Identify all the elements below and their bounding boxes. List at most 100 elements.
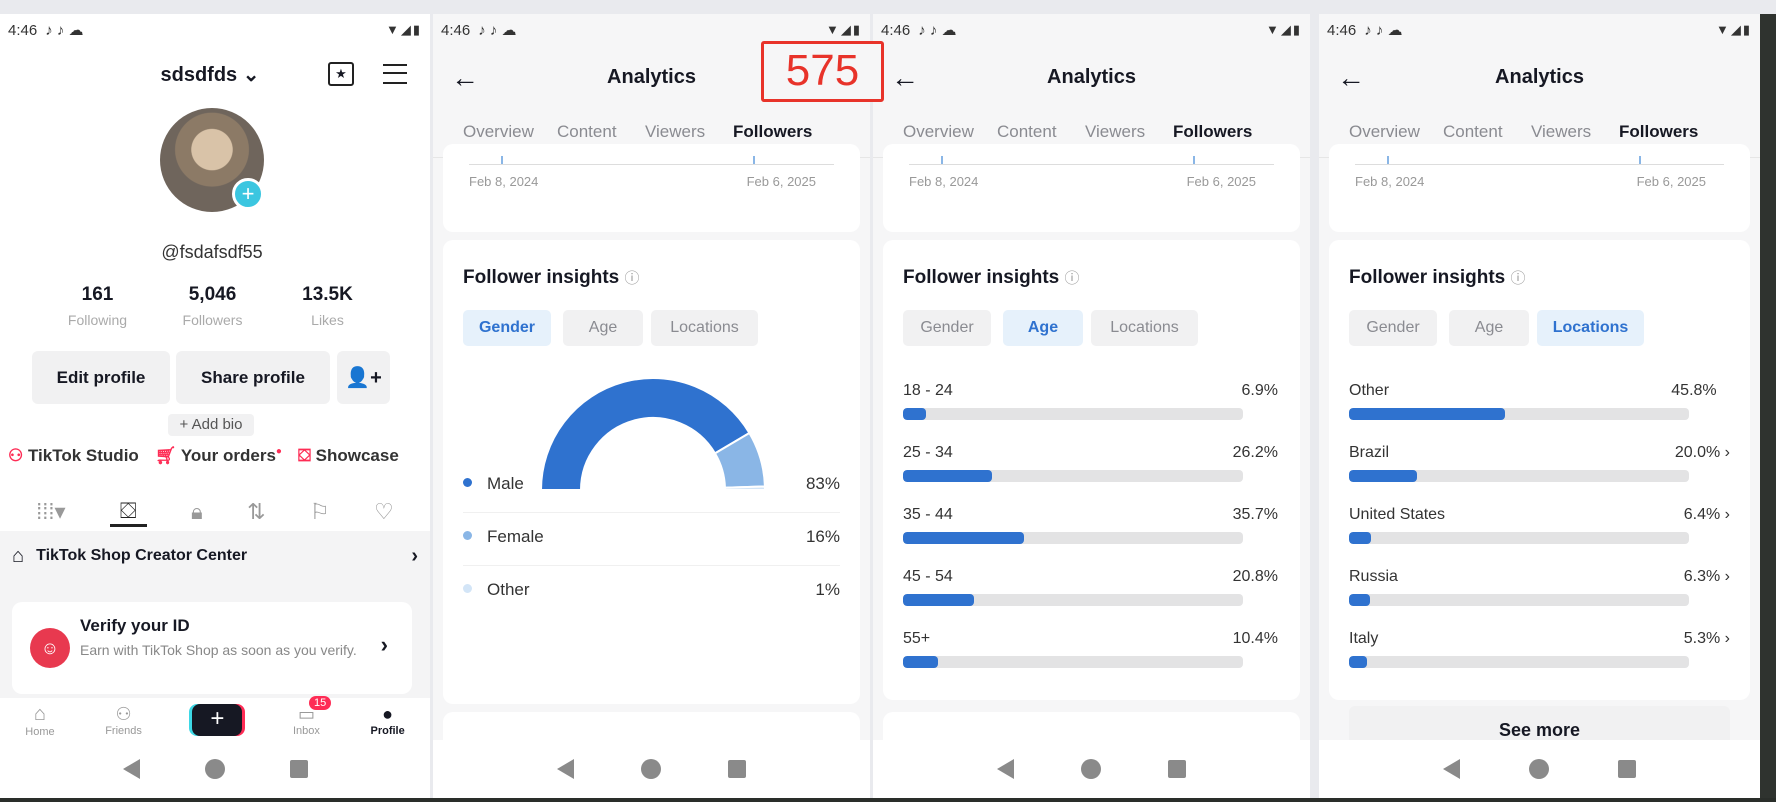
page-title: Analytics bbox=[1047, 66, 1136, 88]
bar-track bbox=[903, 656, 1243, 668]
recents-nav-icon[interactable] bbox=[1617, 760, 1636, 778]
nav-inbox[interactable]: ▭ Inbox 15 bbox=[293, 695, 332, 737]
info-icon[interactable]: ⓘ bbox=[1065, 270, 1080, 287]
bookmark-icon[interactable]: ⚐ bbox=[310, 499, 330, 525]
android-nav bbox=[433, 740, 870, 798]
home-nav-icon[interactable] bbox=[1080, 759, 1101, 779]
menu-icon[interactable] bbox=[383, 64, 407, 84]
chevron-right-icon: › bbox=[1724, 630, 1730, 647]
pill-age[interactable]: Age bbox=[1449, 310, 1529, 346]
pill-gender[interactable]: Gender bbox=[903, 310, 991, 346]
bar-track bbox=[1349, 594, 1689, 606]
stat-likes[interactable]: 13.5K Likes bbox=[270, 284, 385, 328]
bar-track bbox=[903, 408, 1243, 420]
tab-followers[interactable]: Followers bbox=[1173, 122, 1252, 142]
bar-fill bbox=[903, 594, 974, 606]
share-profile-button[interactable]: Share profile bbox=[176, 351, 330, 404]
bar-row: Other 45.8% bbox=[1349, 382, 1730, 422]
back-nav-icon[interactable] bbox=[556, 759, 574, 779]
create-button[interactable]: + bbox=[192, 704, 243, 736]
analytics-screen-gender: 4:46 ♪ ♪ ☁ ▼◢▮ ← Analytics Overview Content… bbox=[433, 14, 870, 798]
android-nav bbox=[0, 740, 430, 798]
tab-overview[interactable]: Overview bbox=[463, 122, 534, 142]
add-friend-button[interactable]: 👤+ bbox=[337, 351, 390, 404]
nav-profile[interactable]: ● Profile bbox=[370, 704, 404, 737]
bar-fill bbox=[1349, 408, 1505, 420]
follower-insights-card: Follower insights ⓘ Gender Age Locations Ma… bbox=[443, 240, 860, 704]
nav-friends[interactable]: ⚇ Friends bbox=[105, 704, 142, 737]
recents-nav-icon[interactable] bbox=[289, 760, 308, 778]
bar-fill bbox=[1349, 532, 1371, 544]
shop-bag-icon: ⛋ bbox=[297, 446, 311, 465]
pill-locations[interactable]: Locations bbox=[1537, 310, 1644, 346]
bar-fill bbox=[903, 532, 1025, 544]
bar-row[interactable]: Russia 6.3% › bbox=[1349, 568, 1730, 608]
tiktok-notification-icon: ♪ ♪ ☁ bbox=[1364, 22, 1403, 39]
bar-track bbox=[1349, 656, 1689, 668]
tab-followers[interactable]: Followers bbox=[733, 122, 812, 142]
info-icon[interactable]: ⓘ bbox=[625, 270, 640, 287]
grid-filter-icon[interactable]: ⁞⁞⁞▾ bbox=[36, 499, 65, 525]
tab-viewers[interactable]: Viewers bbox=[1085, 122, 1145, 142]
info-icon[interactable]: ⓘ bbox=[1511, 270, 1526, 287]
annotation-box: 575 bbox=[761, 41, 884, 102]
username-switcher[interactable]: sdsdfds ⌄ bbox=[150, 62, 270, 87]
recents-nav-icon[interactable] bbox=[728, 760, 747, 778]
legend-dot bbox=[463, 531, 472, 540]
repost-icon[interactable]: ⇅ bbox=[247, 499, 265, 525]
recents-nav-icon[interactable] bbox=[1168, 760, 1187, 778]
back-nav-icon[interactable] bbox=[122, 759, 140, 779]
nav-home[interactable]: ⌂ Home bbox=[25, 703, 54, 738]
insights-title: Follower insights ⓘ bbox=[903, 267, 1080, 288]
status-bar: 4:46 ♪ ♪ ☁ ▼◢▮ bbox=[8, 21, 422, 40]
bar-row[interactable]: Brazil 20.0% › bbox=[1349, 444, 1730, 484]
bar-row[interactable]: United States 6.4% › bbox=[1349, 506, 1730, 546]
link-tiktok-studio[interactable]: ⚇ TikTok Studio bbox=[8, 446, 139, 466]
add-avatar-plus-icon[interactable]: + bbox=[232, 178, 264, 210]
back-nav-icon[interactable] bbox=[1443, 759, 1461, 779]
tab-followers[interactable]: Followers bbox=[1619, 122, 1698, 142]
stat-followers[interactable]: 5,046 Followers bbox=[155, 284, 270, 328]
shop-bag-tab-icon[interactable]: ⛋ bbox=[109, 498, 147, 527]
verify-id-card[interactable]: ☺ Verify your ID Earn with TikTok Shop a… bbox=[12, 602, 412, 694]
bar-fill bbox=[1349, 470, 1417, 482]
home-nav-icon[interactable] bbox=[1528, 759, 1549, 779]
analytics-screen-age: 4:46 ♪ ♪ ☁ ▼◢▮ ← Analytics Overview Content… bbox=[873, 14, 1310, 798]
bar-row[interactable]: Italy 5.3% › bbox=[1349, 630, 1730, 670]
link-your-orders[interactable]: 🛒︎ Your orders● bbox=[155, 446, 282, 466]
pill-locations[interactable]: Locations bbox=[1091, 310, 1198, 346]
bar-row: 18 - 24 6.9% bbox=[903, 382, 1280, 422]
tab-overview[interactable]: Overview bbox=[1349, 122, 1420, 142]
profile-stats: 161 Following 5,046 Followers 13.5K Likes bbox=[40, 284, 385, 328]
back-nav-icon[interactable] bbox=[996, 759, 1014, 779]
calendar-star-icon[interactable]: ★ bbox=[328, 62, 354, 86]
tiktok-notification-icon: ♪ ♪ ☁ bbox=[918, 22, 957, 39]
date-end: Feb 6, 2025 bbox=[746, 174, 816, 189]
pill-age[interactable]: Age bbox=[1003, 310, 1083, 346]
tab-viewers[interactable]: Viewers bbox=[645, 122, 705, 142]
date-start: Feb 8, 2024 bbox=[909, 174, 979, 189]
lock-icon[interactable]: 🔒︎ bbox=[191, 499, 203, 525]
heart-hidden-icon[interactable]: ♡ bbox=[374, 499, 394, 525]
add-bio-button[interactable]: + Add bio bbox=[168, 414, 254, 436]
bar-row: 45 - 54 20.8% bbox=[903, 568, 1280, 608]
pill-gender[interactable]: Gender bbox=[1349, 310, 1437, 346]
shop-creator-center-row[interactable]: ⌂ TikTok Shop Creator Center › bbox=[0, 531, 430, 581]
pill-age[interactable]: Age bbox=[563, 310, 643, 346]
tab-content[interactable]: Content bbox=[557, 122, 617, 142]
android-nav bbox=[873, 740, 1310, 798]
tab-content[interactable]: Content bbox=[997, 122, 1057, 142]
edit-profile-button[interactable]: Edit profile bbox=[32, 351, 170, 404]
pill-gender[interactable]: Gender bbox=[463, 310, 551, 346]
bar-row: 25 - 34 26.2% bbox=[903, 444, 1280, 484]
bar-track bbox=[903, 532, 1243, 544]
tab-viewers[interactable]: Viewers bbox=[1531, 122, 1591, 142]
bar-track bbox=[903, 470, 1243, 482]
home-nav-icon[interactable] bbox=[204, 759, 225, 779]
link-showcase[interactable]: ⛋ Showcase bbox=[298, 446, 399, 466]
tab-content[interactable]: Content bbox=[1443, 122, 1503, 142]
pill-locations[interactable]: Locations bbox=[651, 310, 758, 346]
stat-following[interactable]: 161 Following bbox=[40, 284, 155, 328]
home-nav-icon[interactable] bbox=[640, 759, 661, 779]
tab-overview[interactable]: Overview bbox=[903, 122, 974, 142]
